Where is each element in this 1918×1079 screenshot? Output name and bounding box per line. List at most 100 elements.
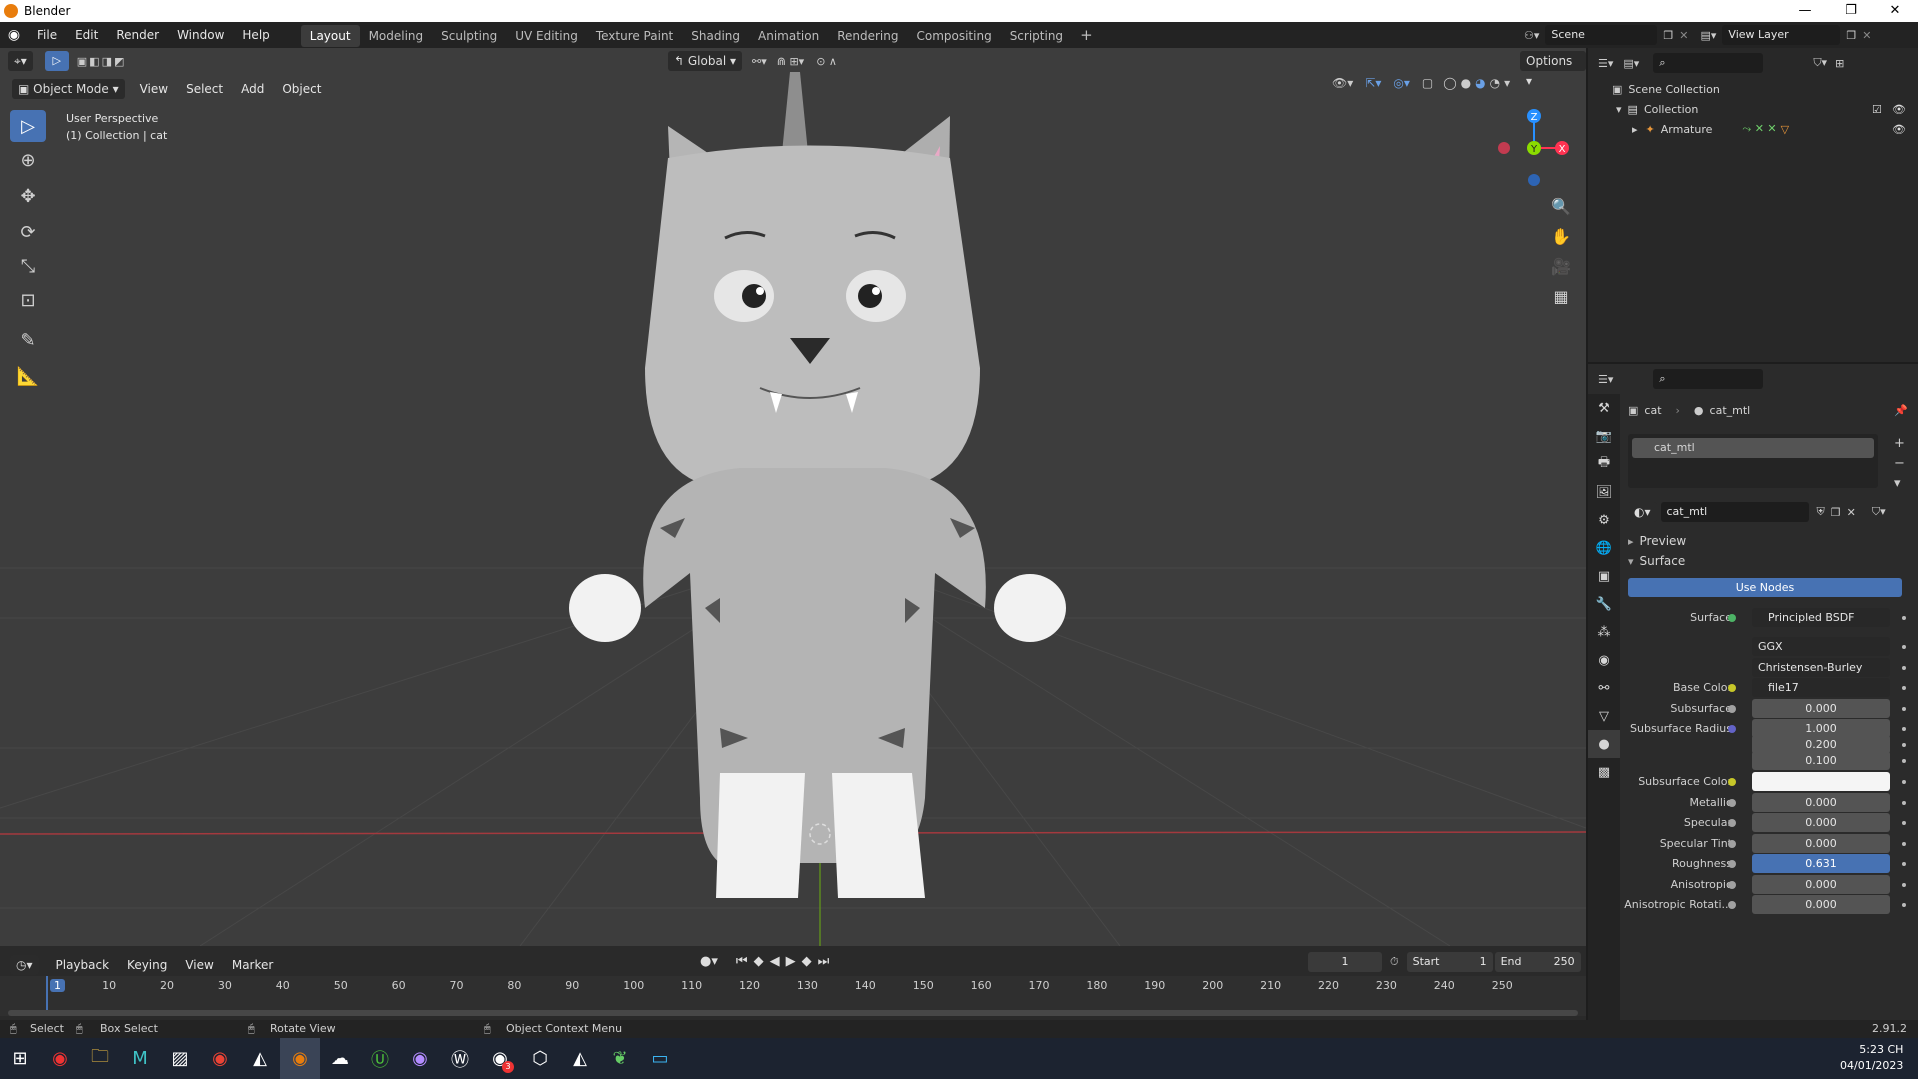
socket-dot-icon[interactable]	[1728, 840, 1736, 848]
gizmo-icon[interactable]: ⇱▾	[1365, 76, 1381, 90]
cat-model[interactable]	[569, 72, 1066, 898]
keyframe-dot-icon[interactable]	[1902, 821, 1906, 825]
cursor-tool[interactable]: ⊕	[10, 144, 46, 176]
keyframe-dot-icon[interactable]	[1902, 686, 1906, 690]
tool-tab-icon[interactable]: ⚒	[1588, 394, 1620, 422]
menu-edit[interactable]: Edit	[66, 22, 107, 48]
play-icon[interactable]: ▶	[786, 954, 796, 969]
material-name-field[interactable]: cat_mtl	[1660, 502, 1809, 522]
display-mode-icon[interactable]: ▤▾	[1623, 57, 1639, 70]
use-nodes-button[interactable]: Use Nodes	[1628, 578, 1902, 597]
expand-arrow-icon[interactable]: ▸	[1632, 123, 1638, 136]
transform-tool[interactable]: ⊡	[10, 284, 46, 316]
unlink-material-icon[interactable]: ✕	[1847, 506, 1856, 519]
outliner-search-input[interactable]: ⌕	[1653, 53, 1764, 73]
particles-tab-icon[interactable]: ⁂	[1588, 618, 1620, 646]
duplicate-material-icon[interactable]: ❐	[1831, 506, 1841, 519]
select-box-tool[interactable]: ▷	[10, 110, 46, 142]
selection-mode-icons[interactable]: ▣◧◨◩	[77, 55, 127, 68]
world-tab-icon[interactable]: 🌐	[1588, 534, 1620, 562]
tab-compositing[interactable]: Compositing	[907, 25, 1000, 47]
menu-render[interactable]: Render	[107, 22, 168, 48]
field-value[interactable]: 0.100	[1752, 751, 1890, 770]
jump-start-icon[interactable]: ⏮	[736, 954, 748, 969]
xray-icon[interactable]: ▢	[1422, 76, 1433, 90]
socket-dot-icon[interactable]	[1728, 614, 1736, 622]
play-reverse-icon[interactable]: ◀	[770, 954, 780, 969]
3d-viewport[interactable]: ⌖▾ ▷ ▣◧◨◩ ↰ Global ▾ ⚯▾ ⋒ ⊞▾ ⊙ ∧ Options…	[0, 48, 1586, 946]
viewport-menu-view[interactable]: View	[131, 76, 177, 102]
options-dropdown[interactable]: Options ▾	[1520, 51, 1586, 88]
timeline-menu-playback[interactable]: Playback	[47, 952, 119, 978]
snap-icon[interactable]: ⋒ ⊞▾	[777, 55, 804, 68]
socket-dot-icon[interactable]	[1728, 819, 1736, 827]
zoom-icon[interactable]: 🔍	[1548, 194, 1574, 220]
paint-app-icon[interactable]: ▨	[160, 1038, 200, 1079]
keyframe-dot-icon[interactable]	[1902, 759, 1906, 763]
socket-dot-icon[interactable]	[1728, 901, 1736, 909]
next-keyframe-icon[interactable]: ◆	[802, 954, 812, 969]
screen-app-icon[interactable]: ▭	[640, 1038, 680, 1079]
keyframe-dot-icon[interactable]	[1902, 666, 1906, 670]
view-layer-field[interactable]: View Layer	[1722, 25, 1841, 45]
material-slot-item[interactable]: cat_mtl	[1632, 438, 1874, 458]
keyframe-dot-icon[interactable]	[1902, 780, 1906, 784]
viewport-menu-object[interactable]: Object	[273, 76, 330, 102]
field-value[interactable]: file17	[1752, 678, 1890, 697]
eye-icon[interactable]: 👁	[1892, 103, 1906, 116]
chrome-icon[interactable]: ◉	[200, 1038, 240, 1079]
tab-layout[interactable]: Layout	[300, 25, 360, 47]
view-layer-tab-icon[interactable]: 🖼	[1588, 478, 1620, 506]
rotate-tool[interactable]: ⟳	[10, 216, 46, 248]
blender-menu-icon[interactable]: ◉	[0, 27, 28, 43]
tab-shading[interactable]: Shading	[682, 25, 749, 47]
new-collection-icon[interactable]: ⊞	[1835, 57, 1844, 70]
outliner-row-collection[interactable]: ▾ ▤ Collection ☑ 👁	[1616, 100, 1916, 118]
wireframe-shading-icon[interactable]: ◯	[1443, 76, 1456, 90]
tab-rendering[interactable]: Rendering	[828, 25, 907, 47]
3d-app-icon[interactable]: ⬡	[520, 1038, 560, 1079]
output-tab-icon[interactable]: 🖶	[1588, 450, 1620, 478]
field-value[interactable]: 0.000	[1752, 875, 1890, 894]
properties-editor[interactable]: ☰▾ ⌕ ⚒ 📷 🖶 🖼 ⚙ 🌐 ▣ 🔧 ⁂ ◉ ⚯ ▽ ● ▩ ▣ cat ›…	[1588, 364, 1918, 1020]
navigation-gizmo[interactable]: Z X Y	[1486, 106, 1570, 190]
socket-dot-icon[interactable]	[1728, 778, 1736, 786]
field-value[interactable]: Principled BSDF	[1752, 608, 1890, 627]
field-value[interactable]	[1752, 772, 1890, 791]
file-explorer-icon[interactable]: 🗀	[80, 1038, 120, 1079]
select-mode-icon[interactable]: ▷	[44, 51, 69, 71]
viewport-menu-add[interactable]: Add	[232, 76, 273, 102]
outliner[interactable]: ☰▾ ▤▾ ⌕ ⛉▾ ⊞ ▣ Scene Collection ▾ ▤ Coll…	[1588, 48, 1918, 362]
properties-editor-type-icon[interactable]: ☰▾	[1598, 373, 1613, 386]
outliner-row-armature[interactable]: ▸ ✦ Armature ⤳ ✕ ✕ ▽ 👁	[1632, 120, 1916, 138]
socket-dot-icon[interactable]	[1728, 705, 1736, 713]
field-value[interactable]: 0.000	[1752, 813, 1890, 832]
visibility-icon[interactable]: 👁▾	[1332, 76, 1353, 90]
minimize-icon[interactable]: —	[1782, 0, 1828, 22]
filter-icon[interactable]: ⛉▾	[1813, 56, 1827, 70]
overlay-icon[interactable]: ◎▾	[1393, 76, 1410, 90]
upwork-icon[interactable]: Ⓤ	[360, 1038, 400, 1079]
checkbox-icon[interactable]: ☑	[1872, 103, 1882, 116]
field-value[interactable]: 0.631	[1752, 854, 1890, 873]
tab-animation[interactable]: Animation	[749, 25, 828, 47]
measure-tool[interactable]: 📐	[10, 360, 46, 392]
outliner-editor-type-icon[interactable]: ☰▾	[1598, 57, 1613, 70]
antivirus-app-icon[interactable]: ◉	[40, 1038, 80, 1079]
keyframe-record-icon[interactable]: ●▾	[700, 954, 718, 969]
pivot-point-icon[interactable]: ⚯▾	[752, 55, 767, 68]
leaf-app-icon[interactable]: ❦	[600, 1038, 640, 1079]
socket-dot-icon[interactable]	[1728, 725, 1736, 733]
material-slot-list[interactable]: cat_mtl	[1628, 434, 1878, 488]
menu-window[interactable]: Window	[168, 22, 233, 48]
tab-uv-editing[interactable]: UV Editing	[506, 25, 587, 47]
dropdown-field[interactable]: GGX	[1752, 637, 1890, 656]
current-frame-field[interactable]: 1	[1308, 952, 1382, 972]
menu-help[interactable]: Help	[233, 22, 278, 48]
pan-hand-icon[interactable]: ✋	[1548, 224, 1574, 250]
new-scene-icon[interactable]: ❐	[1663, 29, 1673, 42]
render-tab-icon[interactable]: 📷	[1588, 422, 1620, 450]
photo-app-icon[interactable]: ☁	[320, 1038, 360, 1079]
material-filter-icon[interactable]: ⛉▾	[1872, 505, 1886, 519]
keyframe-dot-icon[interactable]	[1902, 801, 1906, 805]
